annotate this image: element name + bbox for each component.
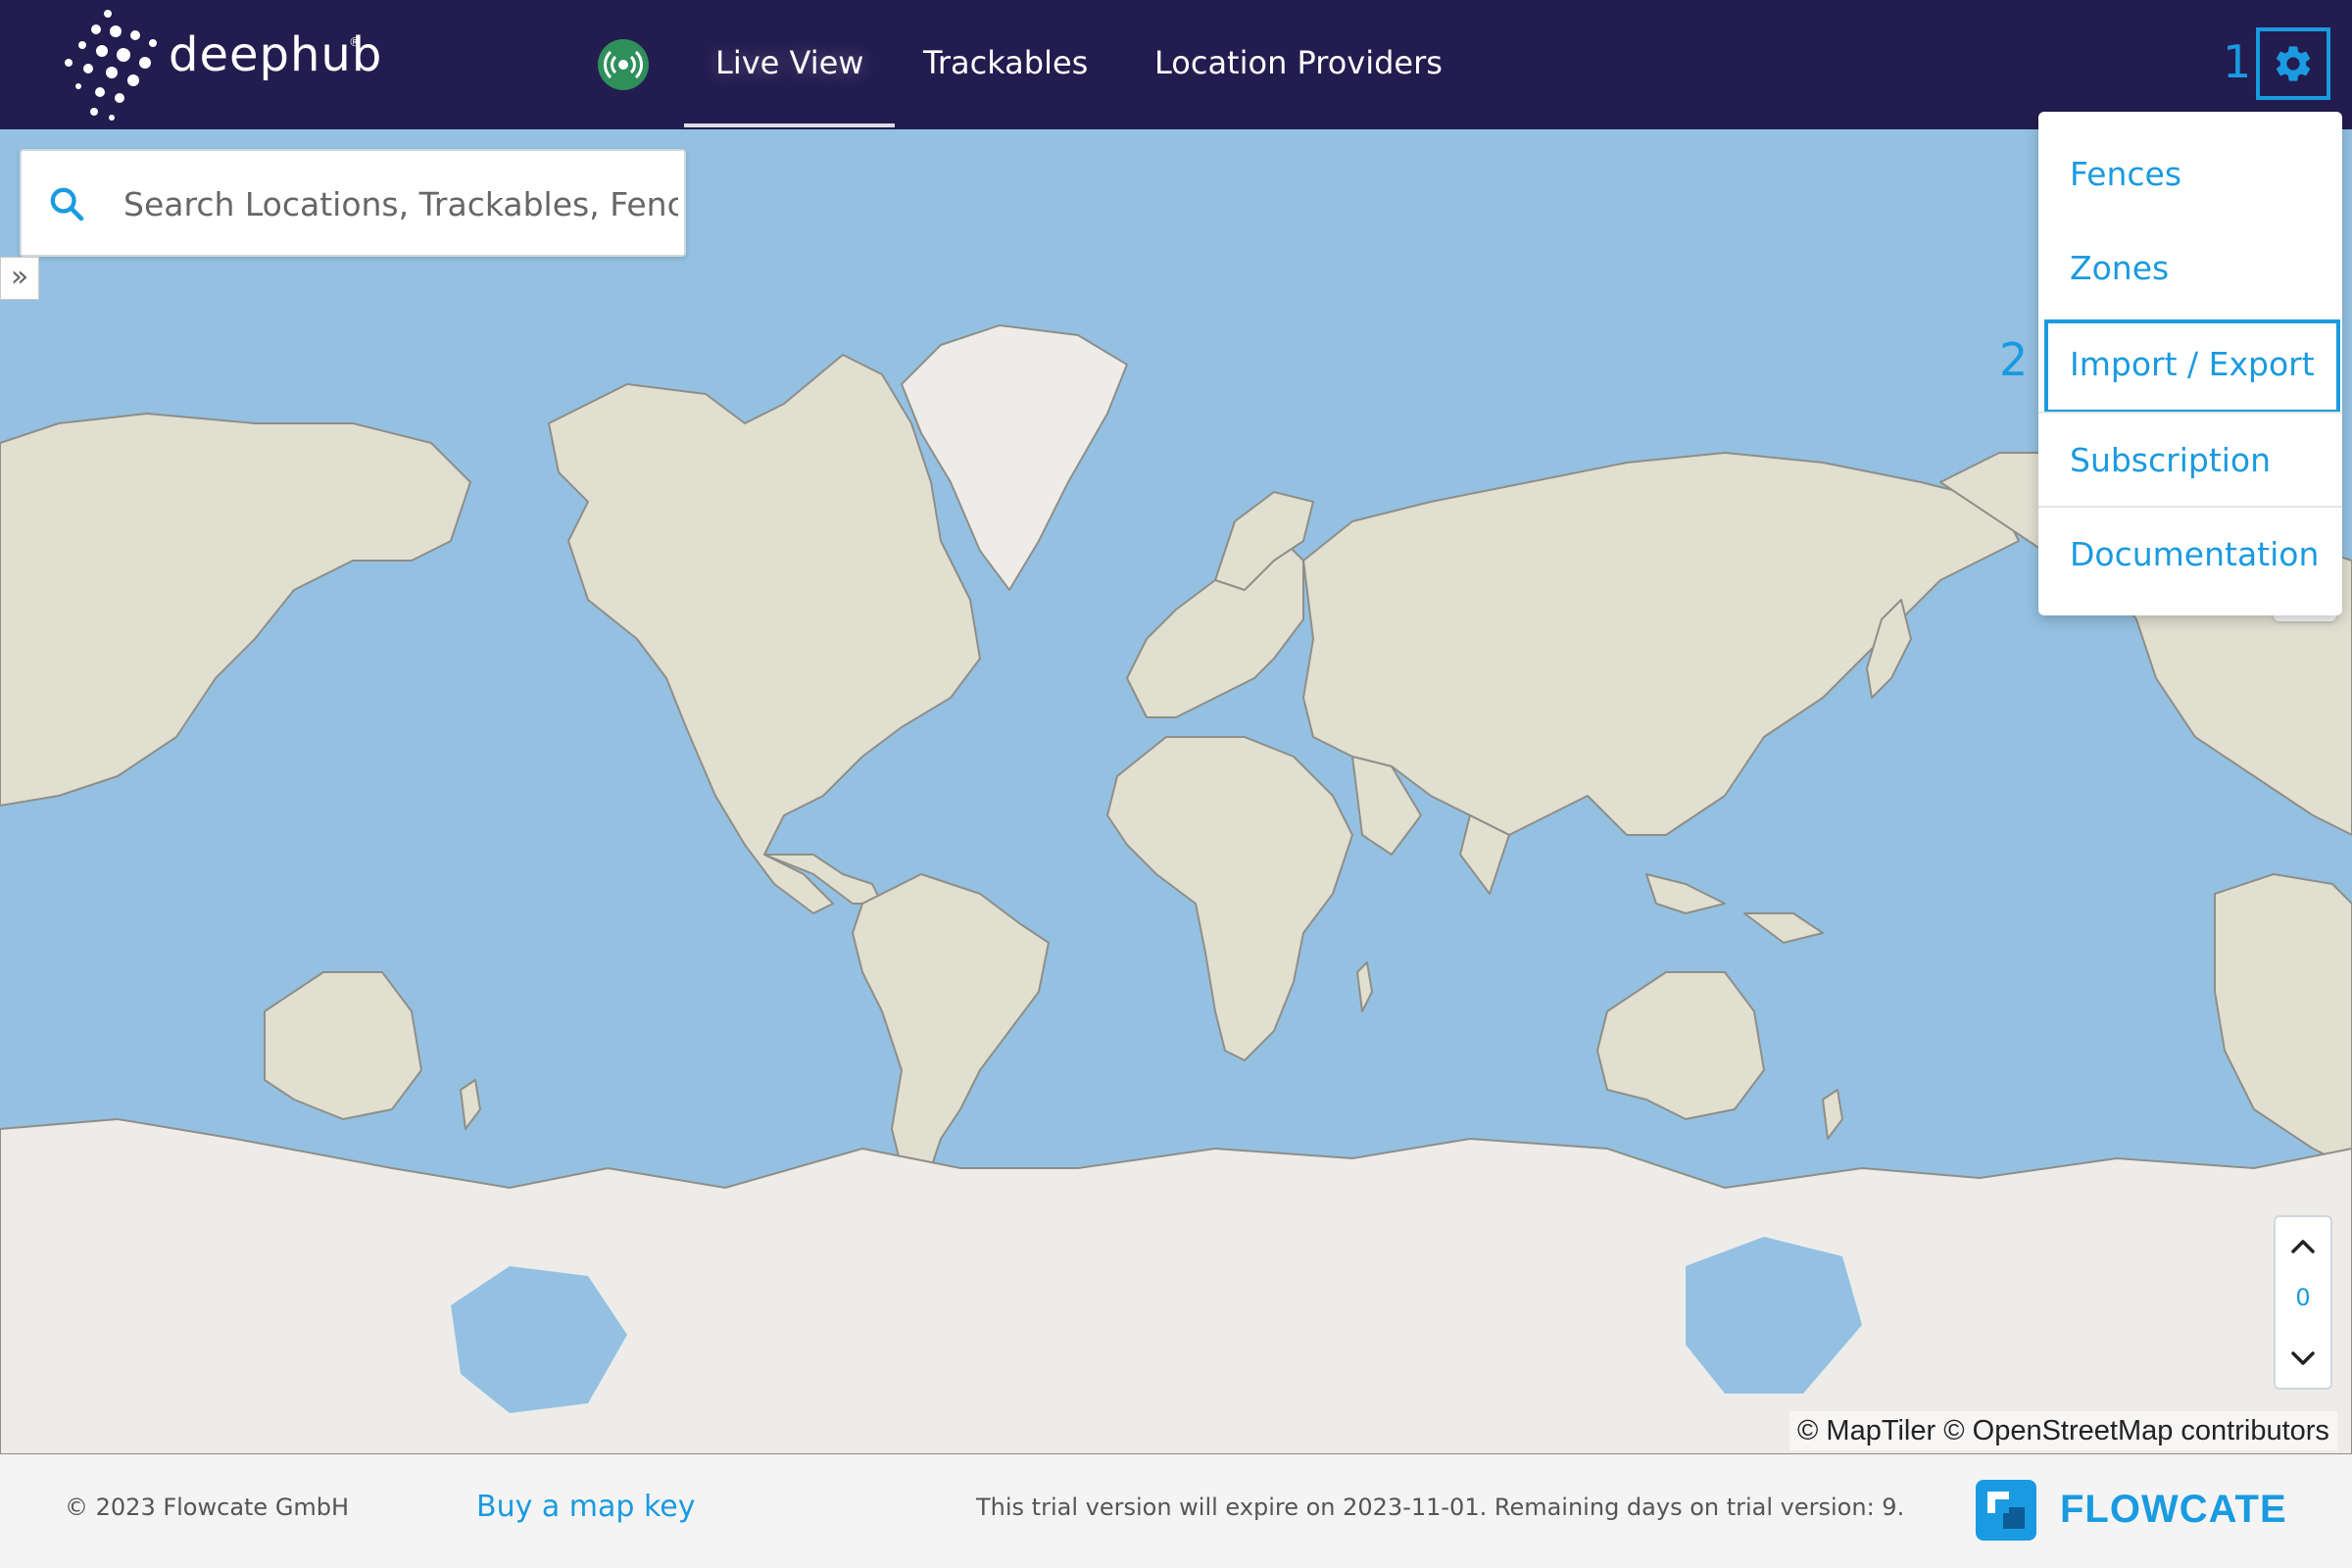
deephub-logo[interactable]: deephub ® [59, 8, 381, 122]
search-input[interactable] [122, 172, 680, 235]
gear-icon [2276, 46, 2311, 81]
flowcate-wordmark: FLOWCATE [2060, 1488, 2287, 1531]
floor-level-control: 0 [2274, 1215, 2332, 1390]
map-attribution: © MapTiler © OpenStreetMap contributors [1789, 1411, 2337, 1450]
tab-location-providers[interactable]: Location Providers [1154, 0, 1443, 129]
top-navigation-bar: deephub ® Live View Trackables Location … [0, 0, 2352, 129]
world-map[interactable]: © MapTiler © OpenStreetMap contributors [0, 129, 2352, 1454]
registered-mark: ® [349, 35, 361, 49]
settings-button[interactable] [2256, 27, 2330, 100]
live-broadcast-icon[interactable] [598, 39, 649, 90]
flowcate-logo[interactable]: FLOWCATE [1974, 1474, 2297, 1548]
search-bar[interactable] [20, 149, 686, 257]
settings-dropdown-menu: Fences Zones Import / Export Subscriptio… [2038, 112, 2342, 615]
level-value: 0 [2295, 1284, 2311, 1311]
buy-map-key-link[interactable]: Buy a map key [476, 1490, 696, 1524]
flowcate-logo-icon [1976, 1480, 2036, 1541]
map-canvas [0, 324, 2352, 1454]
chevron-down-icon [2291, 1351, 2315, 1365]
search-icon [50, 187, 84, 221]
annotation-step-1: 1 [2223, 35, 2252, 88]
tab-trackables[interactable]: Trackables [923, 0, 1088, 129]
menu-item-import-export[interactable]: Import / Export [2044, 319, 2340, 414]
menu-item-documentation[interactable]: Documentation [2038, 506, 2342, 600]
trial-expiry-notice: This trial version will expire on 2023-1… [976, 1494, 1905, 1521]
copyright-text: © 2023 Flowcate GmbH [65, 1494, 350, 1521]
chevron-up-icon [2291, 1240, 2315, 1253]
annotation-step-2: 2 [1999, 333, 2029, 386]
tab-live-view[interactable]: Live View [683, 0, 897, 129]
level-up-button[interactable] [2276, 1221, 2330, 1272]
footer: © 2023 Flowcate GmbH Buy a map key This … [0, 1454, 2352, 1568]
deephub-logo-icon [65, 10, 157, 121]
menu-item-subscription[interactable]: Subscription [2038, 412, 2342, 506]
level-down-button[interactable] [2276, 1333, 2330, 1384]
menu-item-zones[interactable]: Zones [2038, 221, 2342, 316]
menu-item-fences[interactable]: Fences [2038, 127, 2342, 221]
sidebar-expand-button[interactable]: » [0, 257, 39, 300]
